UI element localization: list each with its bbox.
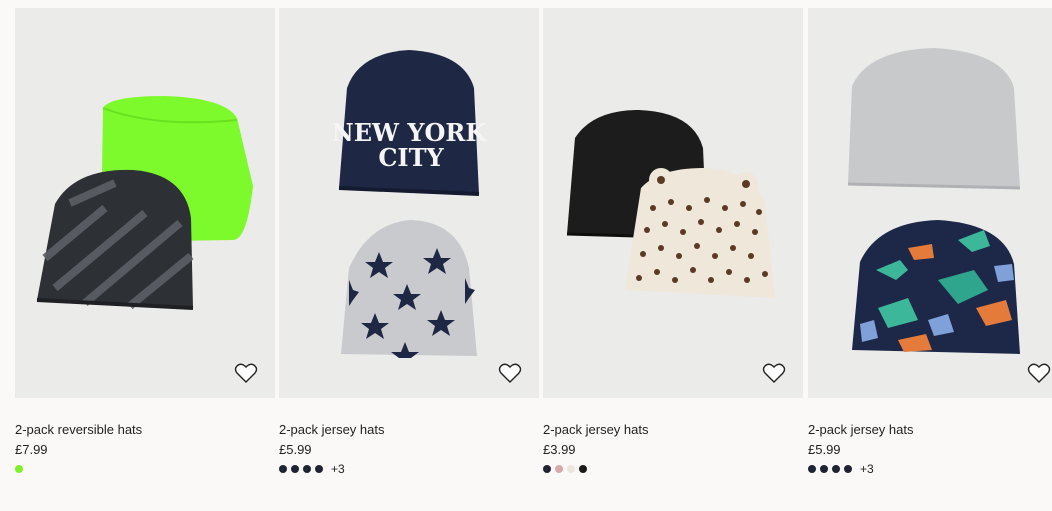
product-title[interactable]: 2-pack jersey hats (808, 421, 1052, 438)
color-swatch[interactable] (808, 465, 816, 473)
product-title[interactable]: 2-pack jersey hats (279, 421, 539, 438)
product-image[interactable] (15, 8, 275, 398)
more-colors-count[interactable]: +3 (331, 463, 345, 475)
favourite-heart-icon[interactable] (761, 360, 787, 386)
color-swatches: +3 (808, 463, 1052, 475)
product-image[interactable] (543, 8, 803, 398)
hat-print-text-line2: CITY (378, 143, 444, 172)
color-swatch[interactable] (291, 465, 299, 473)
color-swatch[interactable] (555, 465, 563, 473)
product-card[interactable]: NEW YORK CITY 2-pack jersey hats £5.99 +… (279, 8, 539, 475)
product-price: £3.99 (543, 442, 576, 457)
favourite-heart-icon[interactable] (233, 360, 259, 386)
color-swatches (543, 464, 803, 474)
more-colors-count[interactable]: +3 (860, 463, 874, 475)
color-swatch[interactable] (303, 465, 311, 473)
product-card[interactable]: 2-pack jersey hats £5.99 +3 (808, 8, 1052, 475)
product-price: £5.99 (808, 442, 841, 457)
product-image[interactable] (808, 8, 1052, 398)
color-swatch[interactable] (567, 465, 575, 473)
color-swatches: +3 (279, 463, 539, 475)
product-grid: 2-pack reversible hats £7.99 NEW YORK CI… (0, 0, 1052, 511)
favourite-heart-icon[interactable] (1026, 360, 1052, 386)
color-swatch[interactable] (279, 465, 287, 473)
color-swatch[interactable] (820, 465, 828, 473)
product-card[interactable]: 2-pack jersey hats £3.99 (543, 8, 803, 474)
color-swatch[interactable] (315, 465, 323, 473)
product-price: £7.99 (15, 442, 48, 457)
color-swatch[interactable] (832, 465, 840, 473)
product-title[interactable]: 2-pack reversible hats (15, 421, 275, 438)
product-image[interactable]: NEW YORK CITY (279, 8, 539, 398)
color-swatch[interactable] (579, 465, 587, 473)
color-swatch[interactable] (543, 465, 551, 473)
color-swatches (15, 464, 275, 474)
product-card[interactable]: 2-pack reversible hats £7.99 (15, 8, 275, 474)
color-swatch[interactable] (15, 465, 23, 473)
color-swatch[interactable] (844, 465, 852, 473)
product-price: £5.99 (279, 442, 312, 457)
product-title[interactable]: 2-pack jersey hats (543, 421, 803, 438)
favourite-heart-icon[interactable] (497, 360, 523, 386)
